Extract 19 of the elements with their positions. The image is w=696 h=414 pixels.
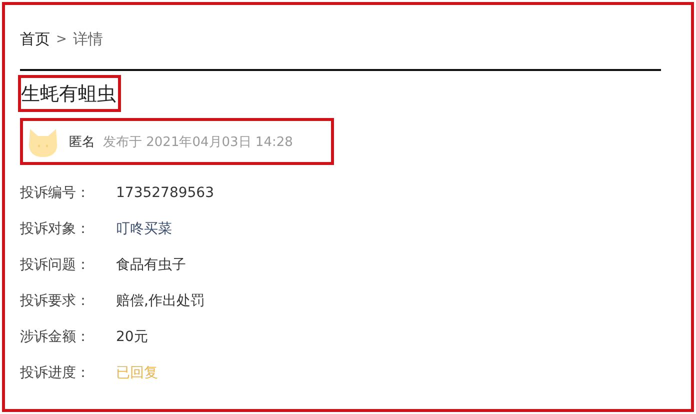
complaint-title: 生蚝有蛆虫 [18, 75, 121, 112]
field-label: 涉诉金额： [20, 328, 91, 346]
status-text: 已回复 [116, 364, 158, 382]
breadcrumb-current: 详情 [72, 30, 103, 48]
author-name: 匿名 [69, 134, 95, 150]
breadcrumb-separator: > [56, 32, 67, 46]
field-value: 食品有虫子 [116, 256, 186, 274]
field-label: 投诉编号： [20, 184, 91, 202]
cat-avatar-icon [27, 126, 59, 156]
field-label: 投诉问题： [20, 256, 91, 274]
field-value: 17352789563 [116, 185, 214, 201]
field-label: 投诉对象： [20, 220, 91, 238]
merchant-link[interactable]: 叮咚买菜 [116, 220, 172, 238]
breadcrumb-link[interactable]: 首页 [20, 30, 50, 48]
field-label: 投诉要求： [20, 292, 91, 310]
field-label: 投诉进度： [20, 364, 91, 382]
publish-date: 发布于 2021年04月03日 14:28 [103, 134, 293, 150]
field-value: 20元 [116, 328, 148, 346]
field-value: 赔偿,作出处罚 [116, 292, 204, 310]
